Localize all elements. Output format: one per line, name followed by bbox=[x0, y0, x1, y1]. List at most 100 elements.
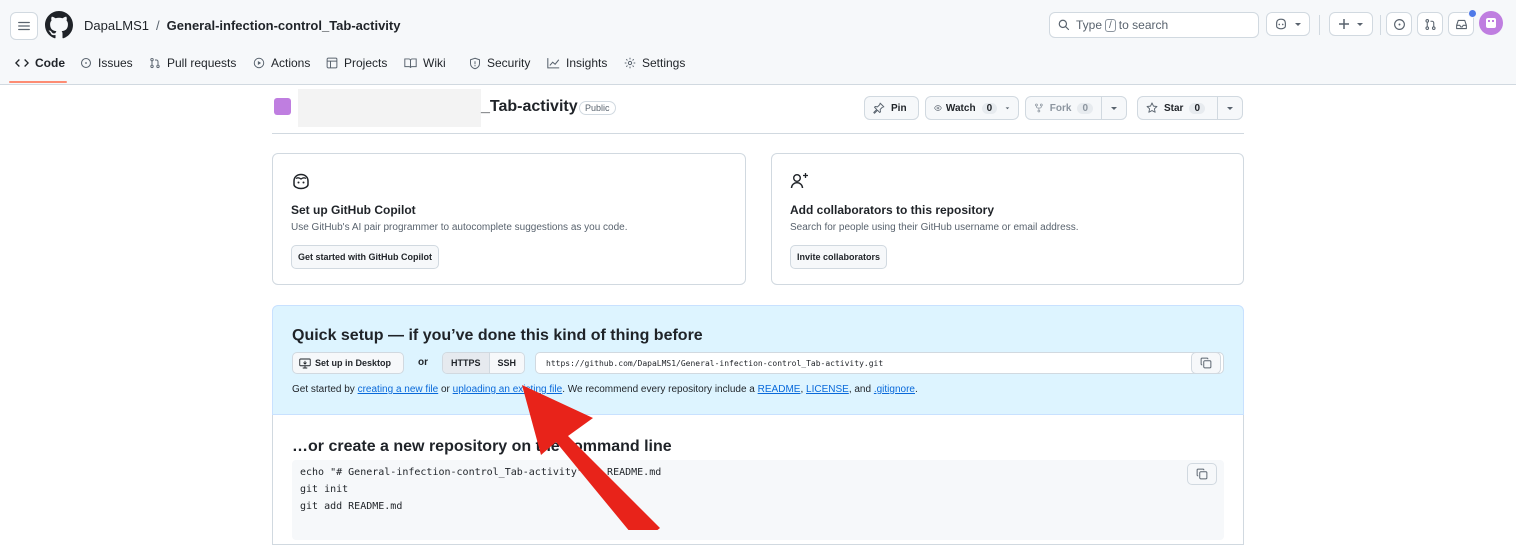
copy-commands-button[interactable] bbox=[1187, 463, 1217, 485]
tab-wiki[interactable]: Wiki bbox=[404, 56, 446, 70]
create-new-file-link[interactable]: creating a new file bbox=[358, 384, 439, 395]
tab-label: Code bbox=[35, 56, 65, 70]
gitignore-link[interactable]: .gitignore bbox=[874, 384, 915, 395]
copilot-card-description: Use GitHub's AI pair programmer to autoc… bbox=[291, 222, 628, 233]
create-new-button[interactable] bbox=[1329, 12, 1373, 36]
issues-button[interactable] bbox=[1386, 12, 1412, 36]
active-tab-indicator bbox=[9, 81, 67, 83]
fork-dropdown-button[interactable] bbox=[1101, 96, 1127, 120]
shield-icon bbox=[469, 57, 481, 70]
pin-button[interactable]: Pin bbox=[864, 96, 919, 120]
desktop-download-icon bbox=[299, 358, 311, 368]
tab-pull-requests[interactable]: Pull requests bbox=[149, 56, 236, 70]
upload-file-link[interactable]: uploading an existing file bbox=[453, 384, 563, 395]
search-placeholder-prefix: Type bbox=[1076, 18, 1103, 32]
invite-collaborators-button[interactable]: Invite collaborators bbox=[790, 245, 888, 269]
tab-insights[interactable]: Insights bbox=[547, 56, 607, 70]
clone-url-input[interactable]: https://github.com/DapaLMS1/General-infe… bbox=[535, 352, 1224, 374]
star-button[interactable]: Star 0 bbox=[1137, 96, 1218, 120]
tab-settings[interactable]: Settings bbox=[624, 56, 685, 70]
copy-icon bbox=[1200, 357, 1212, 369]
setup-desktop-label: Set up in Desktop bbox=[315, 358, 392, 368]
repo-nav: Code Issues Pull requests Actions Projec… bbox=[0, 48, 800, 84]
header-divider bbox=[1319, 15, 1320, 35]
ssh-tab[interactable]: SSH bbox=[488, 353, 525, 373]
chevron-down-icon bbox=[1227, 107, 1233, 110]
code-line: git add README.md bbox=[300, 501, 403, 512]
tab-label: Settings bbox=[642, 56, 686, 70]
tab-label: Projects bbox=[344, 56, 388, 70]
star-label: Star bbox=[1164, 102, 1184, 114]
search-input[interactable]: Type / to search bbox=[1049, 12, 1259, 38]
tab-code[interactable]: Code bbox=[15, 56, 65, 70]
https-tab[interactable]: HTTPS bbox=[443, 353, 489, 373]
play-icon bbox=[253, 57, 265, 69]
notification-dot bbox=[1468, 9, 1477, 18]
avatar-icon bbox=[1486, 18, 1496, 28]
copy-url-button[interactable] bbox=[1191, 352, 1221, 374]
watch-label: Watch bbox=[945, 102, 976, 114]
breadcrumb-owner[interactable]: DapaLMS1 bbox=[84, 18, 149, 33]
hint-text: Get started by bbox=[292, 384, 358, 395]
clone-url-text: https://github.com/DapaLMS1/General-infe… bbox=[546, 358, 884, 368]
readme-link[interactable]: README bbox=[758, 384, 801, 395]
fork-button[interactable]: Fork 0 bbox=[1025, 96, 1102, 120]
search-placeholder-suffix: to search bbox=[1118, 18, 1169, 32]
header-divider bbox=[1380, 15, 1381, 35]
breadcrumb-repo[interactable]: General-infection-control_Tab-activity bbox=[167, 18, 401, 33]
tab-label: Security bbox=[487, 56, 531, 70]
inbox-icon bbox=[1455, 19, 1467, 29]
pull-requests-button[interactable] bbox=[1417, 12, 1443, 36]
tab-issues[interactable]: Issues bbox=[80, 56, 133, 70]
tab-label: Actions bbox=[271, 56, 311, 70]
pull-request-icon bbox=[1424, 18, 1436, 30]
user-avatar[interactable] bbox=[1479, 11, 1503, 35]
plus-icon bbox=[1339, 19, 1349, 29]
star-icon bbox=[1146, 102, 1158, 113]
issue-icon bbox=[1393, 18, 1405, 30]
quick-setup-hint: Get started by creating a new file or up… bbox=[292, 384, 918, 395]
copilot-icon bbox=[1276, 18, 1286, 30]
eye-icon bbox=[934, 105, 942, 111]
command-line-title: …or create a new repository on the comma… bbox=[292, 438, 672, 455]
github-logo-icon[interactable] bbox=[45, 11, 73, 39]
tab-projects[interactable]: Projects bbox=[326, 56, 387, 70]
code-line: echo "# General-infection-control_Tab-ac… bbox=[300, 467, 662, 478]
repo-name[interactable]: _Tab-activity bbox=[481, 98, 578, 116]
get-started-copilot-button[interactable]: Get started with GitHub Copilot bbox=[291, 245, 439, 269]
tab-actions[interactable]: Actions bbox=[253, 56, 310, 70]
breadcrumb-separator: / bbox=[156, 18, 160, 33]
star-dropdown-button[interactable] bbox=[1217, 96, 1243, 120]
tab-label: Insights bbox=[566, 56, 608, 70]
hint-text: . We recommend every repository include … bbox=[562, 384, 758, 395]
chevron-down-icon bbox=[1005, 107, 1010, 110]
person-add-icon bbox=[790, 173, 808, 189]
menu-button[interactable] bbox=[10, 12, 38, 40]
watch-count: 0 bbox=[981, 102, 998, 114]
breadcrumb: DapaLMS1 / General-infection-control_Tab-a… bbox=[84, 18, 400, 33]
copilot-card: Set up GitHub Copilot Use GitHub's AI pa… bbox=[272, 153, 746, 285]
visibility-badge: Public bbox=[579, 101, 616, 115]
fork-label: Fork bbox=[1049, 102, 1072, 114]
star-count: 0 bbox=[1189, 102, 1206, 114]
repo-owner-avatar[interactable] bbox=[274, 98, 291, 115]
setup-desktop-button[interactable]: Set up in Desktop bbox=[292, 352, 404, 374]
pin-icon bbox=[873, 102, 885, 114]
watch-button[interactable]: Watch 0 bbox=[925, 96, 1019, 120]
pull-request-icon bbox=[149, 57, 161, 69]
protocol-toggle: HTTPS SSH bbox=[442, 352, 526, 374]
search-icon bbox=[1058, 19, 1070, 31]
copilot-icon bbox=[293, 173, 309, 190]
tab-label: Pull requests bbox=[167, 56, 237, 70]
quick-setup-title: Quick setup — if you’ve done this kind o… bbox=[292, 327, 703, 344]
license-link[interactable]: LICENSE bbox=[806, 384, 849, 395]
tab-label: Wiki bbox=[423, 56, 446, 70]
hamburger-icon bbox=[18, 21, 30, 31]
pin-label: Pin bbox=[891, 102, 907, 114]
copy-icon bbox=[1196, 468, 1208, 480]
tab-security[interactable]: Security bbox=[469, 56, 530, 70]
copilot-menu-button[interactable] bbox=[1266, 12, 1310, 36]
chevron-down-icon bbox=[1111, 107, 1117, 110]
chevron-down-icon bbox=[1357, 23, 1363, 26]
or-label: or bbox=[418, 357, 428, 368]
